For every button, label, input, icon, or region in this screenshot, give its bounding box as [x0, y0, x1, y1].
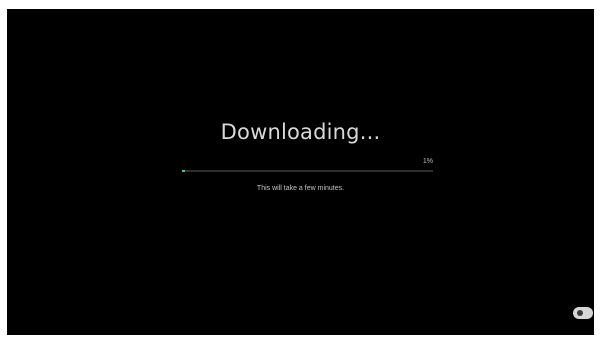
download-screen: Downloading... 1% This will take a few m… — [7, 9, 594, 335]
progress-bar — [182, 170, 433, 172]
download-title: Downloading... — [220, 120, 381, 144]
progress-bar-fill — [182, 170, 185, 172]
progress-percent: 1% — [422, 158, 433, 165]
toggle-knob — [577, 310, 583, 316]
download-subtitle: This will take a few minutes. — [256, 185, 345, 192]
toggle-switch-icon[interactable] — [573, 307, 593, 319]
